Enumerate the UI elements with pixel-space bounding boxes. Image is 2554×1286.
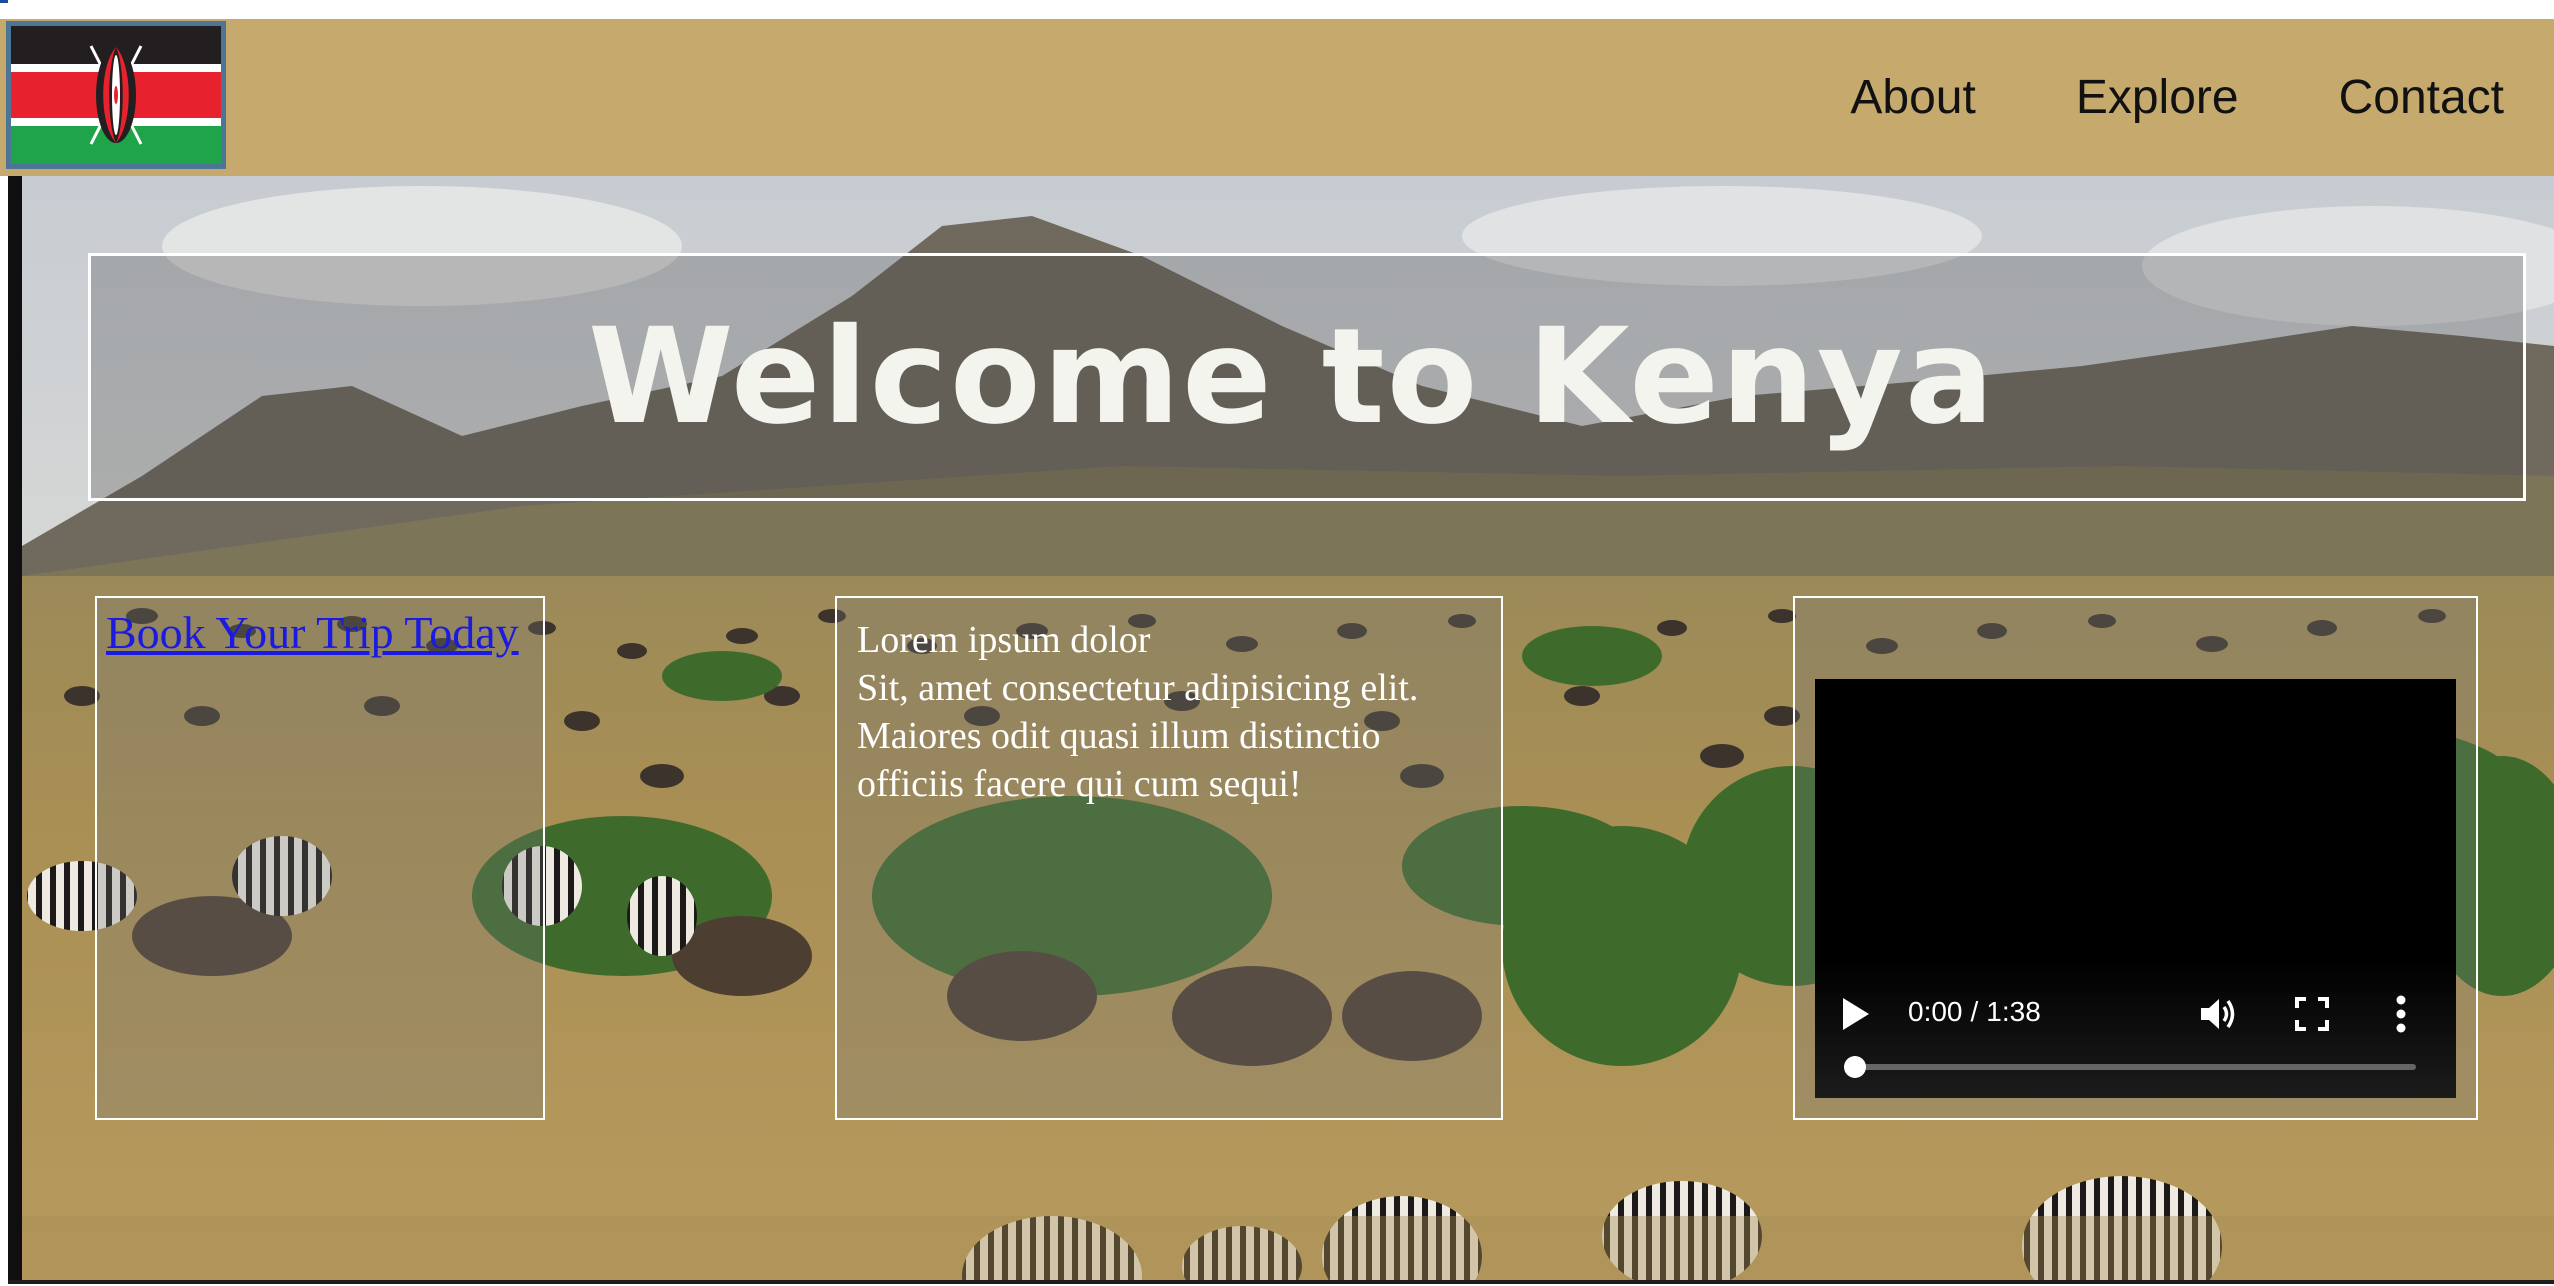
- play-icon[interactable]: [1841, 997, 1871, 1031]
- lorem-paragraph: Lorem ipsum dolor Sit, amet consectetur …: [857, 616, 1497, 808]
- lorem-line-1: Lorem ipsum dolor: [857, 619, 1151, 661]
- hero-left-edge: [8, 176, 22, 1284]
- book-panel: Book Your Trip Today: [95, 596, 545, 1120]
- nav-link-explore[interactable]: Explore: [2076, 70, 2239, 125]
- page: About Explore Contact Welcome to Kenya B…: [0, 0, 2554, 1286]
- lorem-line-3: Maiores odit quasi illum distinctio: [857, 715, 1381, 757]
- scrubber-thumb[interactable]: [1844, 1056, 1866, 1078]
- nav-links: About Explore Contact: [1800, 19, 2554, 176]
- top-corner-accent: [0, 0, 8, 3]
- page-title: Welcome to Kenya: [588, 300, 1996, 454]
- title-banner: Welcome to Kenya: [88, 253, 2526, 501]
- time-display: 0:00/1:38: [1908, 996, 2041, 1028]
- video-controls: 0:00/1:38: [1815, 958, 2456, 1098]
- more-options-icon[interactable]: [2395, 995, 2407, 1033]
- kenya-flag-icon: [11, 26, 221, 164]
- book-trip-link[interactable]: Book Your Trip Today: [106, 606, 519, 659]
- video-panel: 0:00/1:38: [1793, 596, 2478, 1120]
- hero-bottom-edge: [8, 1280, 2554, 1284]
- lorem-line-2: Sit, amet consectetur adipisicing elit.: [857, 667, 1419, 709]
- top-strip: [0, 0, 2554, 19]
- volume-icon[interactable]: [2199, 996, 2239, 1032]
- lorem-line-4: officiis facere qui cum sequi!: [857, 763, 1302, 805]
- kenya-flag-logo[interactable]: [6, 21, 226, 169]
- current-time: 0:00: [1908, 996, 1963, 1027]
- video-player[interactable]: 0:00/1:38: [1815, 679, 2456, 1098]
- duration: 1:38: [1986, 996, 2041, 1027]
- time-separator: /: [1970, 996, 1979, 1027]
- fullscreen-icon[interactable]: [2295, 997, 2329, 1031]
- nav-link-contact[interactable]: Contact: [2339, 70, 2504, 125]
- nav-link-about[interactable]: About: [1850, 70, 1975, 125]
- text-panel: Lorem ipsum dolor Sit, amet consectetur …: [835, 596, 1503, 1120]
- video-scrubber[interactable]: [1844, 1056, 2416, 1078]
